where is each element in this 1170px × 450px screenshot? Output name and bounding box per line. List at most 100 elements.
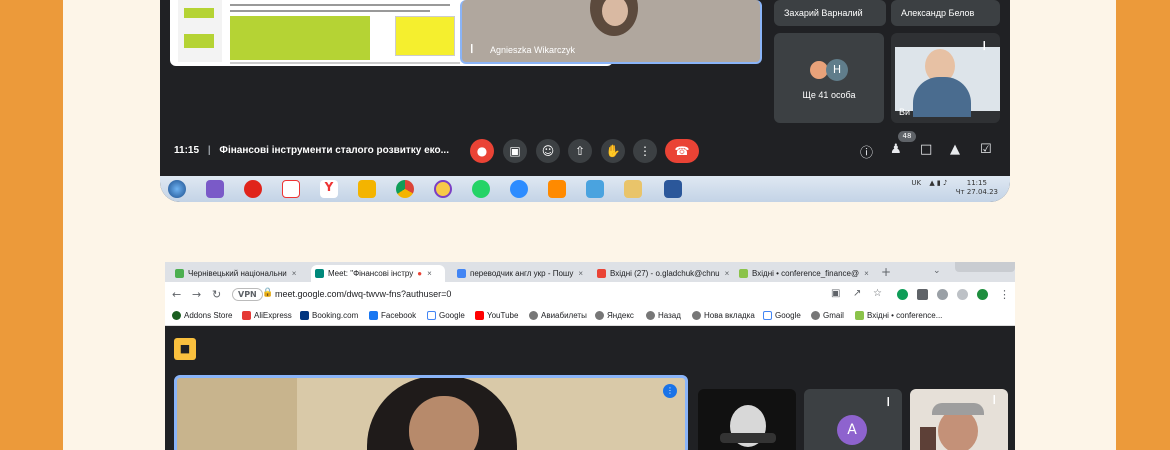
browser-icon[interactable] — [434, 180, 452, 198]
people-icon[interactable]: ♟ — [890, 142, 902, 157]
bookmark-item[interactable]: Addons Store — [172, 311, 232, 320]
viber-icon[interactable] — [206, 180, 224, 198]
participant-hair — [932, 403, 984, 415]
tab-label: Вхідні (27) - o.gladchuk@chnu — [610, 269, 720, 278]
extensions-puzzle-icon[interactable] — [917, 289, 928, 300]
profile-icon[interactable] — [957, 289, 968, 300]
muted-mic-icon: ❙ — [468, 44, 476, 54]
presenter-video-tile[interactable]: ❙ Agnieszka Wikarczyk — [460, 0, 762, 64]
chat-icon[interactable]: □ — [920, 142, 932, 157]
participant-tile-avatar[interactable]: ❙ A — [804, 389, 902, 450]
yandex-icon[interactable]: Y — [320, 180, 338, 198]
meeting-time: 11:15 — [174, 145, 200, 156]
close-tab-icon[interactable]: × — [725, 269, 730, 278]
raise-hand-button[interactable]: ✋ — [601, 139, 625, 163]
url-field[interactable]: meet.google.com/dwq-twvw-fns?authuser=0 — [275, 289, 451, 299]
vpn-badge[interactable]: VPN — [232, 288, 263, 301]
new-tab-button[interactable]: + — [881, 265, 891, 279]
orange-frame-left — [0, 0, 63, 450]
info-icon[interactable]: ⓘ — [860, 142, 873, 161]
speaking-indicator-icon: ⋮ — [663, 384, 677, 398]
self-video-tile[interactable]: ❙ Ви — [891, 33, 1000, 123]
bookmark-item[interactable]: Booking.com — [300, 311, 358, 320]
word-icon[interactable] — [664, 180, 682, 198]
opera-icon[interactable] — [244, 180, 262, 198]
file-explorer-icon[interactable] — [624, 180, 642, 198]
bookmark-item[interactable]: YouTube — [475, 311, 518, 320]
tab-label: Вхідні • conference_finance@ — [752, 269, 860, 278]
window-controls[interactable] — [955, 262, 1015, 272]
recording-dot-icon: ● — [417, 269, 423, 278]
reload-icon[interactable]: ↻ — [212, 288, 221, 301]
bookmark-item[interactable]: Нова вкладка — [692, 311, 755, 320]
adblock-icon[interactable] — [977, 289, 988, 300]
close-tab-icon[interactable]: × — [864, 269, 869, 278]
meet-screenshot-top: ❙ Agnieszka Wikarczyk Захарий Варналий А… — [160, 0, 1010, 202]
language-indicator[interactable]: UK — [911, 179, 921, 187]
tab-university[interactable]: Чернівецький національни × — [171, 265, 307, 282]
bookmark-item[interactable]: Facebook — [369, 311, 416, 320]
participant-avatar-letter: Н — [826, 59, 848, 81]
3d-box-icon[interactable] — [586, 180, 604, 198]
share-icon[interactable]: ↗ — [853, 288, 861, 299]
zoom-icon[interactable] — [510, 180, 528, 198]
g-app-icon[interactable] — [548, 180, 566, 198]
tab-meet[interactable]: Meet: "Фінансові інстру ● × — [311, 265, 445, 282]
participant-tile[interactable] — [698, 389, 796, 450]
activities-icon[interactable]: ▲ — [950, 142, 960, 157]
mic-off-button[interactable]: ● — [470, 139, 494, 163]
bookmark-item[interactable]: Назад — [646, 311, 681, 320]
participant-tile[interactable]: Захарий Варналий — [774, 0, 886, 26]
clock[interactable]: 11:15 Чт 27.04.23 — [956, 179, 998, 197]
tab-search-icon[interactable]: ⌄ — [933, 266, 941, 276]
close-tab-icon[interactable]: × — [578, 269, 583, 278]
lock-icon[interactable]: 🔒 — [262, 288, 273, 298]
chrome-icon[interactable] — [396, 180, 414, 198]
site-icon — [175, 269, 184, 278]
browser-screenshot-bottom: Чернівецький національни × Meet: "Фінанс… — [165, 262, 1015, 450]
forward-arrow-icon[interactable]: → — [192, 288, 201, 301]
bookmark-item[interactable]: Gmail — [811, 311, 844, 320]
participant-tile[interactable]: ❙ — [910, 389, 1008, 450]
bookmark-item[interactable]: Вхідні • conference... — [855, 311, 942, 320]
tray-icons: ▲ ▮ ♪ — [929, 179, 948, 187]
tab-google-search[interactable]: переводчик англ укр - Пошу × — [453, 265, 589, 282]
menu-kebab-icon[interactable]: ⋮ — [999, 288, 1010, 301]
start-button-icon[interactable] — [168, 180, 186, 198]
close-tab-icon[interactable]: × — [292, 269, 297, 278]
whatsapp-icon[interactable] — [472, 180, 490, 198]
camera-off-notice-icon[interactable]: ■ — [174, 338, 196, 360]
more-participants-label: Ще 41 особа — [802, 90, 856, 100]
participants-count-badge: 48 — [898, 131, 916, 142]
more-participants-tile[interactable]: Н Ще 41 особа — [774, 33, 884, 123]
bookmark-item[interactable]: AliExpress — [242, 311, 292, 320]
bookmark-item[interactable]: Яндекс — [595, 311, 634, 320]
slide-text-line — [230, 4, 450, 6]
emoji-button[interactable]: ☺ — [536, 139, 560, 163]
tab-gmail[interactable]: Вхідні (27) - o.gladchuk@chnu × — [593, 265, 731, 282]
notes-icon[interactable] — [358, 180, 376, 198]
present-screen-button[interactable]: ⇧ — [568, 139, 592, 163]
system-tray: UK ▲ ▮ ♪ 11:15 Чт 27.04.23 — [911, 179, 998, 197]
bookmark-item[interactable]: Google — [427, 311, 465, 320]
hangup-button[interactable]: ☎ — [665, 139, 699, 163]
more-options-button[interactable]: ⋮ — [633, 139, 657, 163]
back-arrow-icon[interactable]: ← — [172, 288, 181, 301]
extension-icon[interactable] — [937, 289, 948, 300]
yandex-browser-icon[interactable] — [282, 180, 300, 198]
slide-green-textbox — [230, 16, 370, 60]
bookmark-item[interactable]: Авиабилеты — [529, 311, 587, 320]
host-controls-icon[interactable]: ☑ — [980, 142, 992, 157]
slide-chart-block — [184, 34, 214, 48]
close-tab-icon[interactable]: × — [427, 269, 432, 278]
bookmark-item[interactable]: Google — [763, 311, 801, 320]
participant-tile[interactable]: Александр Белов — [891, 0, 1000, 26]
extension-shield-icon[interactable] — [897, 289, 908, 300]
tab-inbox-conference[interactable]: Вхідні • conference_finance@ × — [735, 265, 871, 282]
slide-text-line — [230, 62, 460, 64]
bookmark-star-icon[interactable]: ☆ — [873, 288, 882, 299]
camera-permission-icon[interactable]: ▣ — [831, 288, 840, 299]
active-speaker-tile[interactable]: ⋮ — [174, 375, 688, 450]
muted-mic-icon: ❙ — [990, 395, 998, 405]
camera-button[interactable]: ▣ — [503, 139, 527, 163]
